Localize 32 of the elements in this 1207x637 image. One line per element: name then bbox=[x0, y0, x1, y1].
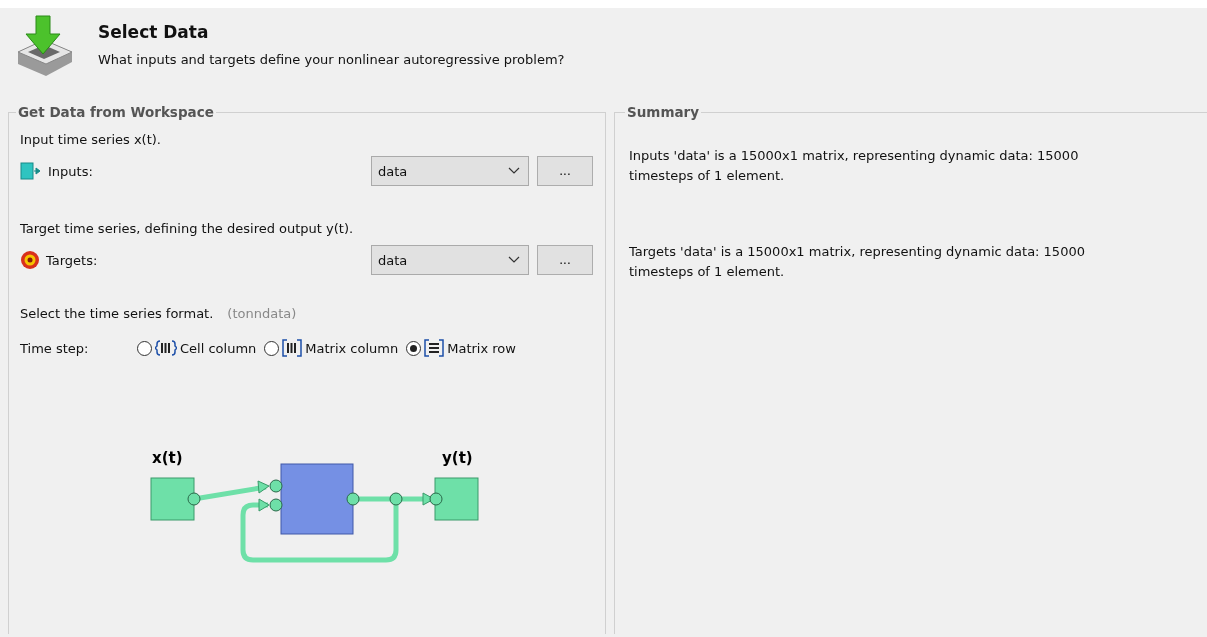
field-label: Targets: bbox=[46, 252, 98, 268]
panel-title: Get Data from Workspace bbox=[17, 104, 215, 120]
input-icon bbox=[20, 162, 42, 180]
panel-title: Summary bbox=[626, 104, 701, 120]
browse-button[interactable]: ... bbox=[537, 245, 593, 275]
radio-button[interactable] bbox=[406, 340, 422, 356]
field-description: Input time series x(t). bbox=[20, 132, 162, 147]
cell-column-icon bbox=[155, 339, 177, 357]
radio-button[interactable] bbox=[137, 340, 152, 356]
chevron-down-icon bbox=[508, 256, 520, 264]
output-label: y(t) bbox=[442, 449, 473, 467]
radio-label: Matrix column bbox=[305, 340, 399, 356]
summary-text: Inputs 'data' is a 15000x1 matrix, representing dynamic data: 15000 timesteps of 1 element. bbox=[629, 147, 1080, 185]
variable-dropdown[interactable]: data bbox=[371, 245, 529, 275]
matrix-row-icon bbox=[424, 339, 445, 357]
browse-button[interactable]: ... bbox=[537, 156, 593, 186]
field-label: Inputs: bbox=[48, 163, 93, 179]
format-hint: (tonndata) bbox=[227, 306, 297, 321]
variable-dropdown[interactable]: data bbox=[371, 156, 529, 186]
radio-label: Cell column bbox=[180, 340, 257, 356]
format-description: Select the time series format. bbox=[20, 306, 214, 321]
chevron-down-icon bbox=[508, 167, 520, 175]
input-label: x(t) bbox=[152, 449, 183, 467]
target-icon bbox=[20, 250, 40, 270]
field-description: Target time series, defining the desired output y(t). bbox=[20, 221, 355, 236]
page-subtitle: What inputs and targets define your nonlinear autoregressive problem? bbox=[98, 52, 565, 67]
time-step-label: Time step: bbox=[20, 340, 90, 356]
matrix-column-icon bbox=[282, 339, 303, 357]
summary-text: Targets 'data' is a 15000x1 matrix, representing dynamic data: 15000 timesteps of 1 element. bbox=[629, 243, 1086, 281]
radio-label: Matrix row bbox=[447, 340, 516, 356]
page-title: Select Data bbox=[98, 22, 210, 42]
radio-button[interactable] bbox=[264, 340, 280, 356]
